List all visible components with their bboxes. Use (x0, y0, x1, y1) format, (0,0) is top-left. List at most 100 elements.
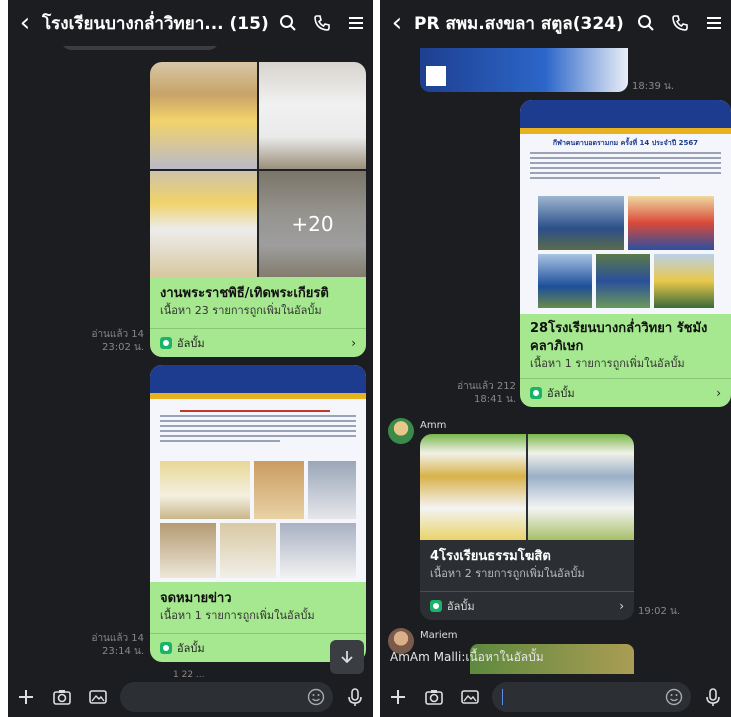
album-title: จดหมายข่าว (160, 591, 232, 606)
microphone-icon[interactable] (695, 679, 731, 715)
image-icon[interactable] (452, 679, 488, 715)
left-chat-panel: ‹ โรงเรียนบางกล่ำวิทยา... (15) +20 งานพร… (8, 0, 373, 717)
left-bottom-bar (8, 677, 373, 717)
album-card[interactable]: 4โรงเรียนธรรมโฆสิต เนื้อหา 2 รายการถูกเพ… (420, 434, 634, 620)
search-icon[interactable] (629, 6, 663, 40)
album-title: 4โรงเรียนธรรมโฆสิต (430, 549, 551, 564)
album-subtitle: เนื้อหา 1 รายการถูกเพิ่มในอัลบั้ม (160, 609, 315, 622)
album-title: งานพระราชพิธี/เทิดพระเกียรติ (160, 286, 329, 301)
album-label: อัลบั้ม (177, 337, 205, 350)
album-footer[interactable]: อัลบั้ม › (150, 328, 366, 357)
message-meta: อ่านแล้ว 14 23:02 น. (78, 328, 144, 354)
message-time: 18:41 น. (473, 394, 516, 405)
right-top-bar: ‹ PR สพม.สงขลา สตูล(324) (380, 0, 731, 46)
microphone-icon[interactable] (337, 679, 373, 715)
menu-icon[interactable] (697, 6, 731, 40)
image-icon[interactable] (80, 679, 116, 715)
right-bottom-bar (380, 677, 731, 717)
album-card[interactable]: +20 งานพระราชพิธี/เทิดพระเกียรติ เนื้อหา… (150, 62, 366, 357)
emoji-icon[interactable] (307, 688, 325, 706)
poster-photo (538, 196, 624, 250)
emoji-icon[interactable] (665, 688, 683, 706)
album-info: 28โรงเรียนบางกล่ำวิทยา รัชมังคลาภิเษก เน… (520, 314, 731, 407)
sender-name: Mariem (420, 630, 458, 641)
search-icon[interactable] (271, 6, 305, 40)
avatar[interactable] (388, 418, 414, 444)
scroll-down-button[interactable] (330, 640, 364, 674)
sports-poster-image[interactable]: กีฬาคนตาบอดรามกม ครั้งที่ 14 ประจำปี 256… (520, 100, 731, 314)
read-count: อ่านแล้ว 14 (91, 633, 144, 644)
sender-name: Amm (420, 420, 447, 431)
album-subtitle: เนื้อหา 1 รายการถูกเพิ่มในอัลบั้ม (530, 357, 685, 370)
album-info: งานพระราชพิธี/เทิดพระเกียรติ เนื้อหา 23 … (150, 277, 366, 357)
poster-header-graphic (520, 100, 731, 134)
newsletter-photo (280, 523, 356, 578)
camera-icon[interactable] (44, 679, 80, 715)
album-icon (530, 387, 542, 399)
poster-heading: กีฬาคนตาบอดรามกม ครั้งที่ 14 ประจำปี 256… (552, 139, 699, 147)
arrow-down-icon (341, 651, 353, 664)
photo-thumbnail[interactable] (259, 62, 366, 169)
left-top-bar: ‹ โรงเรียนบางกล่ำวิทยา... (15) (8, 0, 373, 46)
photo-grid[interactable] (420, 434, 634, 540)
plus-icon[interactable] (8, 679, 44, 715)
previous-image-message[interactable] (420, 48, 628, 92)
newsletter-photo (160, 461, 250, 519)
message-time: 23:14 น. (101, 646, 144, 657)
album-label: อัลบั้ม (547, 387, 575, 400)
album-card[interactable]: กีฬาคนตาบอดรามกม ครั้งที่ 14 ประจำปี 256… (520, 100, 731, 407)
photo-thumbnail[interactable]: +20 (259, 171, 366, 277)
newsletter-header-graphic (150, 365, 366, 399)
album-card[interactable]: จดหมายข่าว เนื้อหา 1 รายการถูกเพิ่มในอัล… (150, 365, 366, 662)
back-icon[interactable]: ‹ (380, 8, 414, 38)
album-icon (430, 600, 442, 612)
back-icon[interactable]: ‹ (8, 8, 42, 38)
album-subtitle: เนื้อหา 2 รายการถูกเพิ่มในอัลบั้ม (430, 567, 585, 580)
message-time: 23:02 น. (101, 342, 144, 353)
poster-photo (538, 254, 592, 308)
album-label: อัลบั้ม (177, 642, 205, 655)
album-subtitle: เนื้อหา 23 รายการถูกเพิ่มในอัลบั้ม (160, 304, 322, 317)
message-input[interactable] (492, 682, 691, 712)
newsletter-image[interactable] (150, 365, 366, 582)
notification-preview[interactable]: AmAm Malli:เนื้อหาในอัลบั้ม (390, 648, 544, 667)
right-chat-panel: ‹ PR สพม.สงขลา สตูล(324) 18:39 น. กีฬาคน… (380, 0, 731, 717)
album-footer[interactable]: อัลบั้ม › (420, 591, 634, 620)
poster-photo (654, 254, 714, 308)
message-meta: อ่านแล้ว 14 23:14 น. (78, 632, 144, 658)
chevron-right-icon: › (716, 386, 721, 400)
chevron-right-icon: › (351, 336, 356, 350)
newsletter-photo (308, 461, 356, 519)
album-footer[interactable]: อัลบั้ม › (520, 378, 731, 407)
phone-icon[interactable] (305, 6, 339, 40)
chat-title: PR สพม.สงขลา สตูล(324) (414, 13, 624, 34)
chevron-right-icon: › (619, 599, 624, 613)
newsletter-photo (220, 523, 276, 578)
text-cursor (502, 689, 503, 705)
message-meta: อ่านแล้ว 212 18:41 น. (450, 380, 516, 406)
poster-photo (628, 196, 714, 250)
menu-icon[interactable] (339, 6, 373, 40)
plus-icon[interactable] (380, 679, 416, 715)
photo-thumbnail[interactable] (150, 62, 257, 169)
photo-thumbnail[interactable] (150, 171, 257, 277)
message-time: 19:02 น. (638, 606, 681, 617)
message-input[interactable] (120, 682, 333, 712)
album-title: 28โรงเรียนบางกล่ำวิทยา รัชมังคลาภิเษก (530, 321, 708, 354)
photo-thumbnail[interactable] (528, 434, 634, 540)
newsletter-photo (160, 523, 216, 578)
newsletter-photo (254, 461, 304, 519)
qr-code-icon (426, 66, 446, 86)
album-icon (160, 642, 172, 654)
phone-icon[interactable] (663, 6, 697, 40)
photo-thumbnail[interactable] (420, 434, 526, 540)
read-count: อ่านแล้ว 212 (457, 381, 516, 392)
chat-title: โรงเรียนบางกล่ำวิทยา... (15) (42, 13, 269, 34)
more-photos-count: +20 (259, 171, 366, 277)
message-time: 18:39 น. (632, 81, 675, 92)
photo-grid[interactable]: +20 (150, 62, 366, 277)
poster-photo (596, 254, 650, 308)
camera-icon[interactable] (416, 679, 452, 715)
read-count: อ่านแล้ว 14 (91, 329, 144, 340)
album-info: 4โรงเรียนธรรมโฆสิต เนื้อหา 2 รายการถูกเพ… (420, 540, 634, 620)
